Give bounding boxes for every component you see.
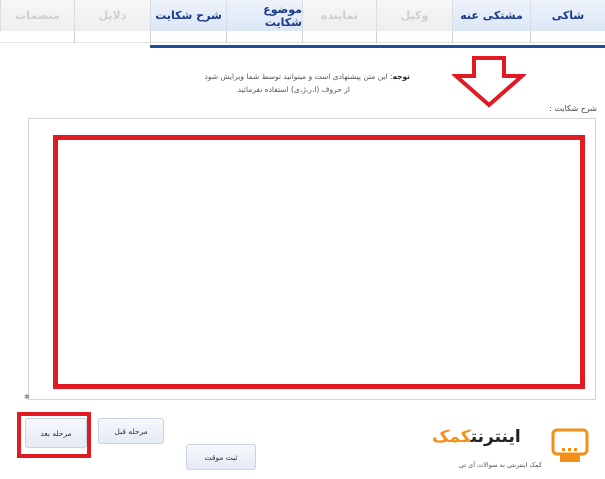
notice-line-2: از حروف (ا،ر،ژ،ی) استفاده نفرمائید — [237, 85, 350, 94]
tab-representative[interactable]: نماینده — [302, 0, 376, 31]
resize-handle-icon[interactable]: ✱ — [24, 393, 30, 401]
description-label: شرح شکایت : — [549, 104, 597, 113]
watermark-brand: اینترنتکمک — [432, 427, 522, 447]
next-button-highlight-box — [17, 412, 91, 458]
tab-substrip — [0, 31, 605, 43]
watermark-brand-primary: اینترنت — [470, 427, 522, 447]
tab-plaintiff[interactable]: شاکی — [530, 0, 605, 31]
down-arrow-icon — [452, 56, 526, 108]
tab-defendant[interactable]: مشتکی عنه — [452, 0, 530, 31]
notice-prefix: توجه — [392, 72, 410, 81]
previous-step-button[interactable]: مرحله قبل — [98, 418, 164, 444]
temporary-submit-button[interactable]: ثبت موقت — [186, 444, 256, 470]
watermark-brand-secondary: کمک — [432, 427, 472, 447]
watermark-tagline: کمک اینترنتی به سوالات آی تی — [458, 461, 542, 469]
notice-text: توجه: این متن پیشنهادی است و میتوانید تو… — [170, 70, 410, 96]
tab-lawyer[interactable]: وکیل — [376, 0, 452, 31]
wizard-tabs: شاکی مشتکی عنه وکیل نماینده موضوع شکایت … — [0, 0, 605, 31]
textarea-highlight-box — [53, 135, 585, 389]
notice-line-1: : این متن پیشنهادی است و میتوانید توسط ش… — [204, 72, 393, 81]
tab-complaint-subject[interactable]: موضوع شکایت — [226, 0, 302, 31]
tab-attachments[interactable]: منضمات — [0, 0, 74, 31]
active-tab-underline — [150, 45, 605, 48]
tab-evidence[interactable]: دلایل — [74, 0, 150, 31]
tab-complaint-description[interactable]: شرح شکایت — [150, 0, 226, 31]
